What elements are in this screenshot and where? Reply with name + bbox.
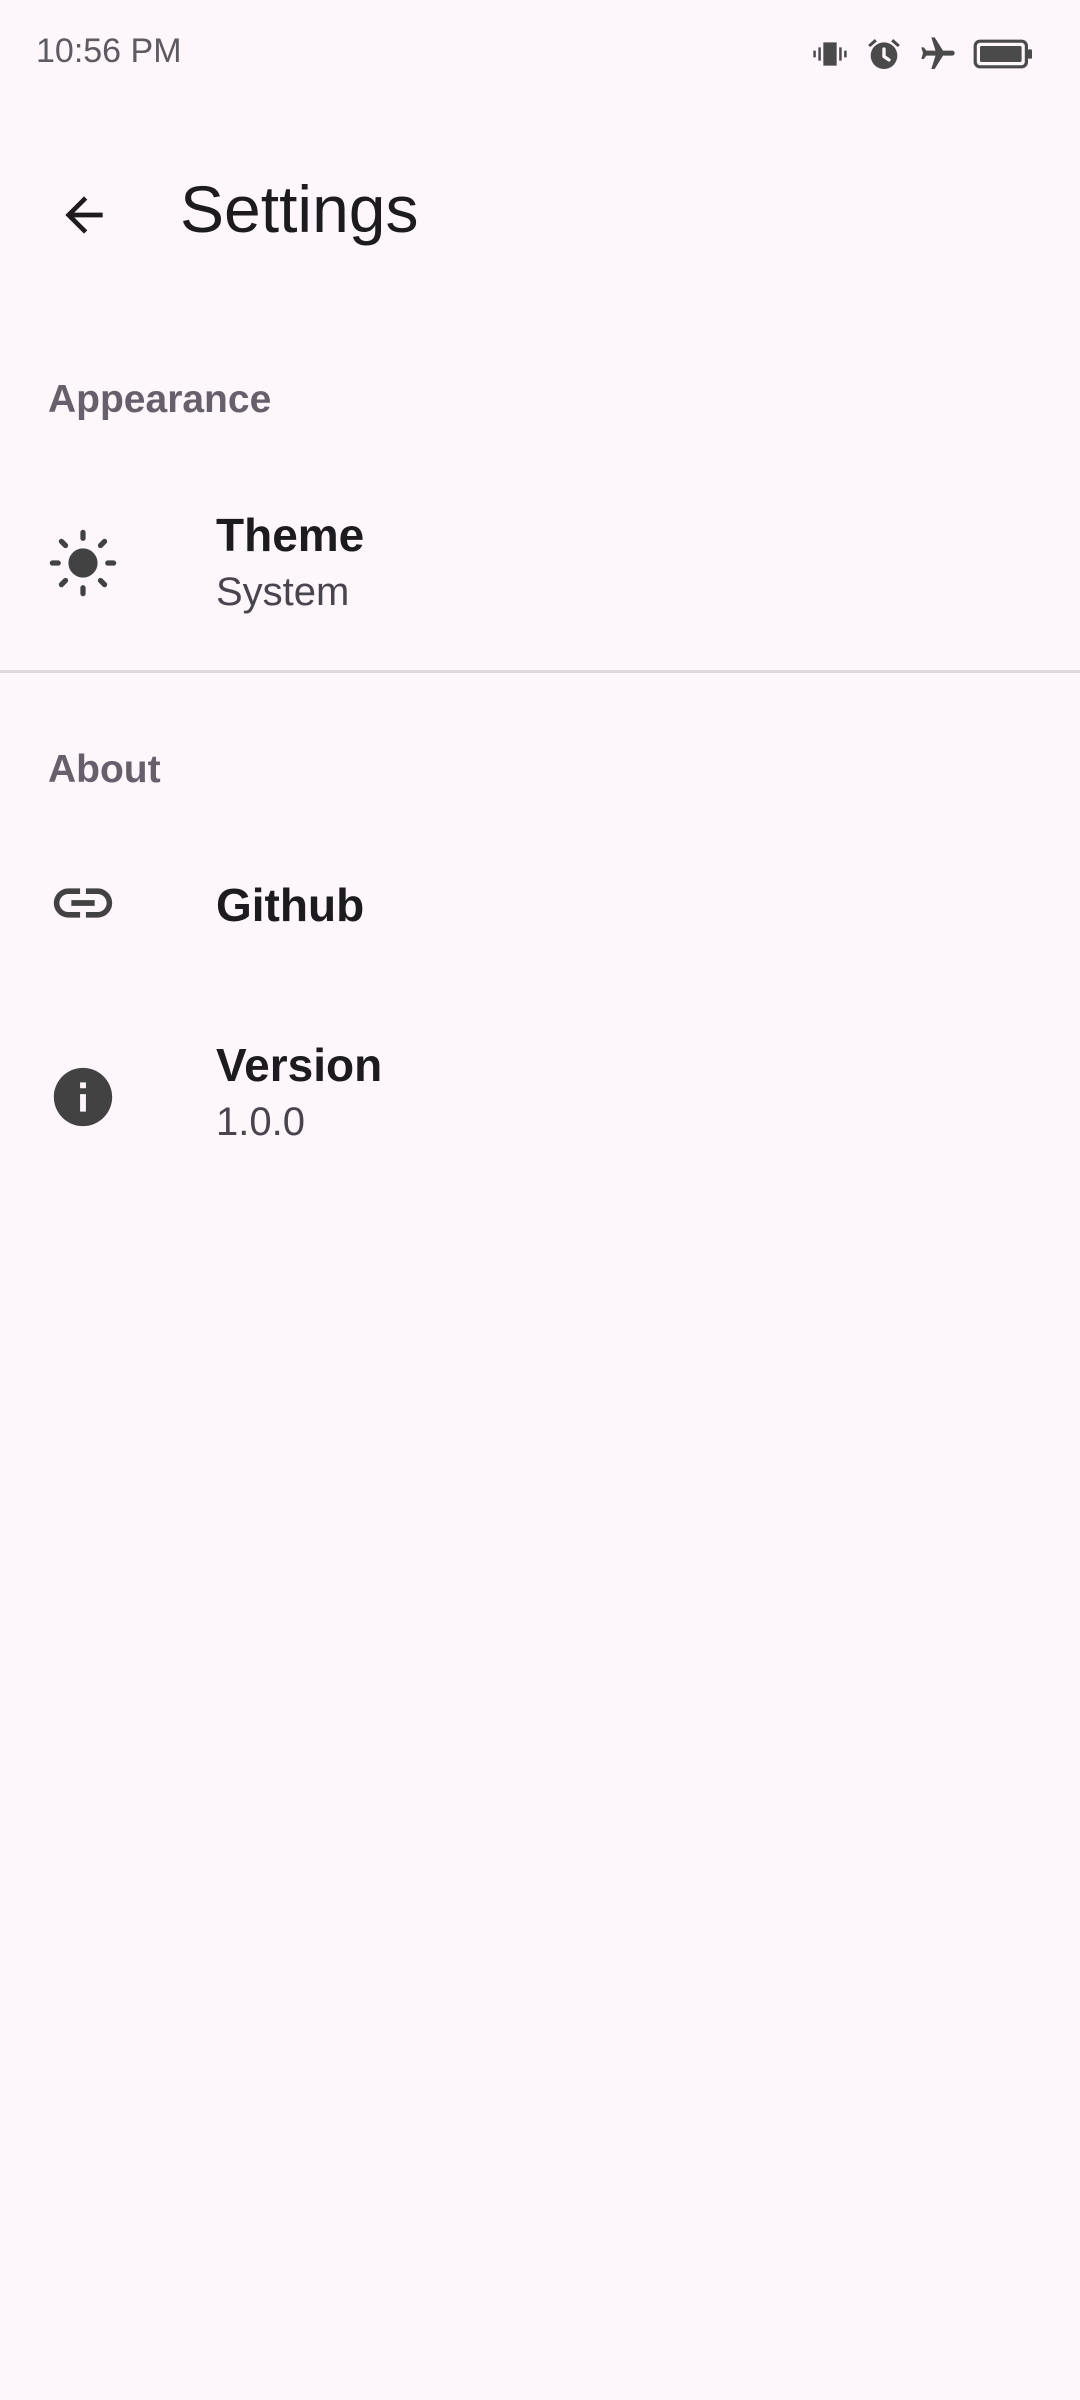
info-icon [48,1062,118,1132]
section-divider [0,670,1080,673]
version-value: 1.0.0 [216,1100,305,1144]
section-header-about: About [48,748,161,791]
theme-title: Theme [216,509,365,561]
status-time: 10:56 PM [36,32,182,70]
battery-icon [972,34,1036,74]
status-bar: 10:56 PM [0,0,1080,110]
back-button[interactable] [36,169,132,265]
brightness-icon [48,528,118,598]
github-title: Github [216,879,365,931]
theme-setting-row[interactable]: Theme System [0,490,1080,640]
airplane-icon [918,34,958,74]
section-header-appearance: Appearance [48,378,272,421]
top-app-bar: Settings [0,140,1080,270]
link-icon [48,868,118,938]
arrow-back-icon [56,187,112,248]
alarm-icon [864,34,904,74]
status-icons [810,32,1036,76]
github-setting-row[interactable]: Github [0,840,1080,970]
theme-value: System [216,570,350,614]
vibrate-icon [810,34,850,74]
version-title: Version [216,1039,383,1091]
version-setting-row[interactable]: Version 1.0.0 [0,1020,1080,1170]
page-title: Settings [180,172,419,246]
